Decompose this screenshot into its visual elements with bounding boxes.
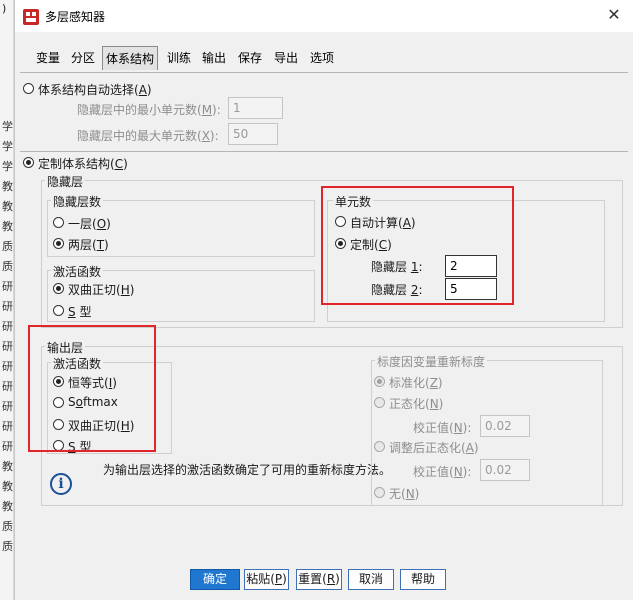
rescale-info-text: 为输出层选择的激活函数确定了可用的重新标度方法。 xyxy=(103,463,392,477)
mlp-dialog: 多层感知器 ✕ 变量 分区 体系结构 训练 输出 保存 导出 选项 体系结构自动… xyxy=(14,0,633,600)
tab-divider xyxy=(20,72,628,73)
background-char: 研 xyxy=(2,280,13,293)
tab-training[interactable]: 训练 xyxy=(163,46,195,70)
tab-output[interactable]: 输出 xyxy=(198,46,230,70)
background-char: 质 xyxy=(2,540,13,553)
tab-architecture[interactable]: 体系结构 xyxy=(102,46,158,70)
rescale-standardized-label[interactable]: 标准化(Z) xyxy=(389,374,443,391)
hidden-tanh-radio[interactable] xyxy=(53,283,64,294)
rescale-none-radio[interactable] xyxy=(374,487,385,498)
min-units-label: 隐藏层中的最小单元数(M): xyxy=(77,103,221,117)
background-char: 学 xyxy=(2,120,13,133)
rescale-normalized-radio[interactable] xyxy=(374,397,385,408)
hidden-sigmoid-radio[interactable] xyxy=(53,305,64,316)
correction-2-label: 校正值(N): xyxy=(413,465,472,479)
background-char: 质 xyxy=(2,260,13,273)
background-char: 研 xyxy=(2,340,13,353)
auto-architecture-radio[interactable] xyxy=(23,83,34,94)
background-char: 教 xyxy=(2,480,13,493)
reset-button[interactable]: 重置(R) xyxy=(296,569,342,590)
background-char: 研 xyxy=(2,420,13,433)
one-layer-label[interactable]: 一层(O) xyxy=(68,215,111,232)
min-units-input[interactable]: 1 xyxy=(228,97,283,119)
background-char: 研 xyxy=(2,440,13,453)
window-title: 多层感知器 xyxy=(45,10,106,24)
background-char: 研 xyxy=(2,320,13,333)
background-char: 研 xyxy=(2,300,13,313)
hidden-tanh-label[interactable]: 双曲正切(H) xyxy=(68,281,134,298)
correction-1-input[interactable]: 0.02 xyxy=(480,415,530,437)
background-char: 教 xyxy=(2,460,13,473)
units-highlight-box xyxy=(321,186,514,305)
max-units-label: 隐藏层中的最大单元数(X): xyxy=(77,129,219,143)
correction-2-input[interactable]: 0.02 xyxy=(480,459,530,481)
background-char: 学 xyxy=(2,160,13,173)
app-icon xyxy=(23,9,39,25)
rescale-adjusted-label[interactable]: 调整后正态化(A) xyxy=(389,439,479,456)
correction-1-label: 校正值(N): xyxy=(413,421,472,435)
hidden-layer-title: 隐藏层 xyxy=(45,173,86,190)
tab-export[interactable]: 导出 xyxy=(270,46,302,70)
ok-button[interactable]: 确定 xyxy=(190,569,240,590)
custom-architecture-radio[interactable] xyxy=(23,157,34,168)
layer-count-title: 隐藏层数 xyxy=(51,193,104,210)
background-char: 研 xyxy=(2,380,13,393)
cancel-button[interactable]: 取消 xyxy=(348,569,394,590)
custom-architecture-label[interactable]: 定制体系结构(C) xyxy=(38,155,128,172)
hidden-activation-title: 激活函数 xyxy=(51,263,104,280)
background-window-strip: ) 学学学教教教质质研研研研研研研研研教教教质质 xyxy=(0,0,14,600)
background-char: 质 xyxy=(2,240,13,253)
tab-variables[interactable]: 变量 xyxy=(32,46,64,70)
two-layers-radio[interactable] xyxy=(53,238,64,249)
section-divider xyxy=(20,151,628,152)
max-units-input[interactable]: 50 xyxy=(228,123,278,145)
help-button[interactable]: 帮助 xyxy=(400,569,446,590)
rescale-normalized-label[interactable]: 正态化(N) xyxy=(389,395,443,412)
two-layers-label[interactable]: 两层(T) xyxy=(68,236,109,253)
auto-architecture-label[interactable]: 体系结构自动选择(A) xyxy=(38,81,152,98)
one-layer-radio[interactable] xyxy=(53,217,64,228)
rescale-none-label[interactable]: 无(N) xyxy=(389,485,419,502)
background-char: 教 xyxy=(2,500,13,513)
rescale-standardized-radio[interactable] xyxy=(374,376,385,387)
background-char: 研 xyxy=(2,360,13,373)
info-icon: i xyxy=(50,473,72,495)
tab-save[interactable]: 保存 xyxy=(234,46,266,70)
background-char: 学 xyxy=(2,140,13,153)
tab-options[interactable]: 选项 xyxy=(306,46,338,70)
rescale-adjusted-radio[interactable] xyxy=(374,441,385,452)
background-char: 教 xyxy=(2,180,13,193)
background-glyph: ) xyxy=(2,2,7,15)
title-bar: 多层感知器 ✕ xyxy=(15,0,633,32)
paste-button[interactable]: 粘贴(P) xyxy=(244,569,289,590)
output-highlight-box xyxy=(28,325,156,452)
hidden-sigmoid-label[interactable]: S 型 xyxy=(68,303,91,320)
tab-partition[interactable]: 分区 xyxy=(67,46,99,70)
rescale-title: 标度因变量重新标度 xyxy=(375,353,488,370)
close-icon[interactable]: ✕ xyxy=(604,4,624,26)
background-char: 教 xyxy=(2,200,13,213)
background-char: 研 xyxy=(2,400,13,413)
background-char: 教 xyxy=(2,220,13,233)
background-char: 质 xyxy=(2,520,13,533)
